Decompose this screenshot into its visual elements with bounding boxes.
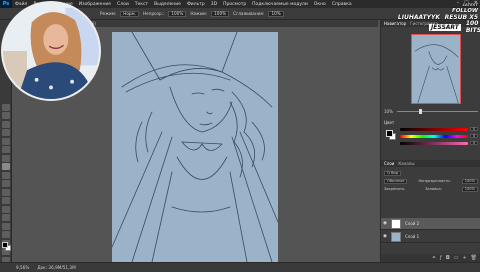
menu-filter[interactable]: Фильтр	[184, 2, 208, 7]
navigator-thumbnail[interactable]	[411, 34, 461, 104]
quick-select-tool-icon[interactable]	[2, 129, 10, 136]
green-value[interactable]: 0	[470, 134, 478, 138]
right-panel: Навигатор Гистограмма 10% Цвет 0 0 0 Сло…	[380, 20, 480, 262]
layer-blend-row: Обычные Непрозрачность: 100%	[384, 178, 478, 184]
status-doc-size: Док: 36,9M/51,3M	[37, 265, 76, 270]
layer-name: Слой 1	[405, 234, 420, 239]
webcam-overlay	[1, 1, 101, 101]
webcam-portrait	[3, 3, 99, 99]
dodge-tool-icon[interactable]	[2, 214, 10, 221]
visibility-eye-icon[interactable]: ◉	[381, 234, 389, 239]
brush-tool-icon[interactable]	[2, 163, 10, 170]
layers-panel: Слои Каналы Q Вид Обычные Непрозрачность…	[381, 160, 480, 262]
zoom-slider[interactable]	[396, 109, 478, 114]
menu-image[interactable]: Изображение	[76, 2, 114, 7]
healing-tool-icon[interactable]	[2, 154, 10, 162]
foreground-color-swatch[interactable]	[2, 242, 8, 248]
fill-label: Заливка:	[425, 187, 442, 191]
folder-icon[interactable]: ▭	[454, 255, 459, 261]
navigator-zoom-value[interactable]: 10%	[384, 109, 393, 114]
layer-filter-select[interactable]: Q Вид	[384, 170, 402, 176]
menu-3d[interactable]: 3D	[208, 2, 220, 7]
lock-label: Закрепить:	[384, 187, 406, 191]
layer-filter-row: Q Вид	[384, 170, 478, 176]
tab-channels[interactable]: Каналы	[398, 161, 414, 166]
color-panel-title: Цвет	[384, 120, 395, 125]
blend-mode-select[interactable]: Обычные	[384, 178, 408, 184]
lasso-tool-icon[interactable]	[2, 120, 10, 128]
red-slider[interactable]	[400, 128, 468, 131]
drawing-canvas[interactable]	[112, 32, 278, 262]
menu-plugins[interactable]: Подключаемые модули	[249, 2, 311, 7]
new-layer-icon[interactable]: +	[462, 255, 466, 261]
eraser-tool-icon[interactable]	[2, 188, 10, 196]
pen-tool-icon[interactable]	[2, 222, 10, 230]
menu-select[interactable]: Выделение	[151, 2, 184, 7]
latest-label: LATEST	[462, 2, 478, 7]
latest-follower: LIUHAATYYK	[397, 14, 440, 21]
sketch-drawing	[112, 32, 278, 262]
navigator-preview	[414, 44, 459, 103]
visibility-eye-icon[interactable]: ◉	[381, 221, 389, 226]
link-layers-icon[interactable]: ⚭	[432, 255, 436, 261]
blue-slider[interactable]	[400, 142, 468, 145]
layer-row[interactable]: ◉ Слой 2	[381, 218, 480, 230]
menu-window[interactable]: Окно	[311, 2, 329, 7]
layer-thumbnail	[391, 218, 401, 229]
menu-text[interactable]: Текст	[132, 2, 151, 7]
status-bar: 9,56% Док: 36,9M/51,3M	[0, 262, 480, 272]
type-tool-icon[interactable]	[2, 231, 10, 238]
fx-icon[interactable]: ƒ	[440, 255, 442, 261]
smoothing-field[interactable]: 10%	[268, 10, 284, 17]
photoshop-logo: Ps	[0, 0, 12, 8]
opacity-label: Непрозр.:	[143, 11, 165, 16]
mode-label: Режим:	[100, 11, 117, 16]
red-value[interactable]: 0	[470, 127, 478, 131]
bits-amount: 100 BITS	[465, 20, 480, 34]
mask-icon[interactable]: ◘	[446, 255, 450, 261]
stream-overlay: LATEST FOLLOW LIUHAATYYK RESUB X5 JESSAR…	[385, 0, 480, 36]
layer-name: Слой 2	[405, 221, 420, 226]
fill-field[interactable]: 100%	[461, 186, 478, 192]
status-zoom[interactable]: 9,56%	[16, 265, 29, 270]
mode-select[interactable]: Норм.	[120, 10, 140, 17]
layers-footer: ⚭ ƒ ◘ ▭ + 🗑	[381, 254, 480, 262]
layer-opacity-label: Непрозрачность:	[418, 179, 451, 183]
layer-thumbnail	[391, 231, 401, 242]
blur-tool-icon[interactable]	[2, 205, 10, 213]
history-brush-tool-icon[interactable]	[2, 180, 10, 187]
hue-slider[interactable]	[400, 135, 468, 138]
layer-row[interactable]: ◉ Слой 1	[381, 231, 480, 243]
marquee-tool-icon[interactable]	[2, 112, 10, 119]
menu-help[interactable]: Справка	[329, 2, 355, 7]
zoom-slider-knob[interactable]	[418, 109, 422, 114]
smoothing-label: Сглаживание:	[233, 11, 265, 16]
bits-alert: JESSART 100 BITS	[429, 20, 480, 34]
trash-icon[interactable]: 🗑	[471, 255, 477, 261]
layers-tabs: Слои Каналы	[381, 160, 480, 167]
blue-value[interactable]: 0	[470, 141, 478, 145]
eyedropper-tool-icon[interactable]	[2, 146, 10, 153]
flow-label: Нажим:	[190, 11, 208, 16]
panel-foreground-swatch[interactable]	[386, 130, 393, 137]
navigator-zoom: 10%	[384, 109, 478, 114]
menu-layers[interactable]: Слои	[114, 2, 132, 7]
gradient-tool-icon[interactable]	[2, 197, 10, 204]
layer-lock-row: Закрепить: Заливка: 100%	[384, 186, 478, 192]
menu-view[interactable]: Просмотр	[220, 2, 249, 7]
opacity-field[interactable]: 100%	[168, 10, 187, 17]
stamp-tool-icon[interactable]	[2, 171, 10, 179]
bits-donor: JESSART	[429, 23, 461, 31]
tab-layers[interactable]: Слои	[384, 161, 394, 166]
layer-opacity-field[interactable]: 100%	[461, 178, 478, 184]
crop-tool-icon[interactable]	[2, 137, 10, 145]
flow-field[interactable]: 100%	[211, 10, 230, 17]
move-tool-icon[interactable]	[2, 103, 10, 111]
